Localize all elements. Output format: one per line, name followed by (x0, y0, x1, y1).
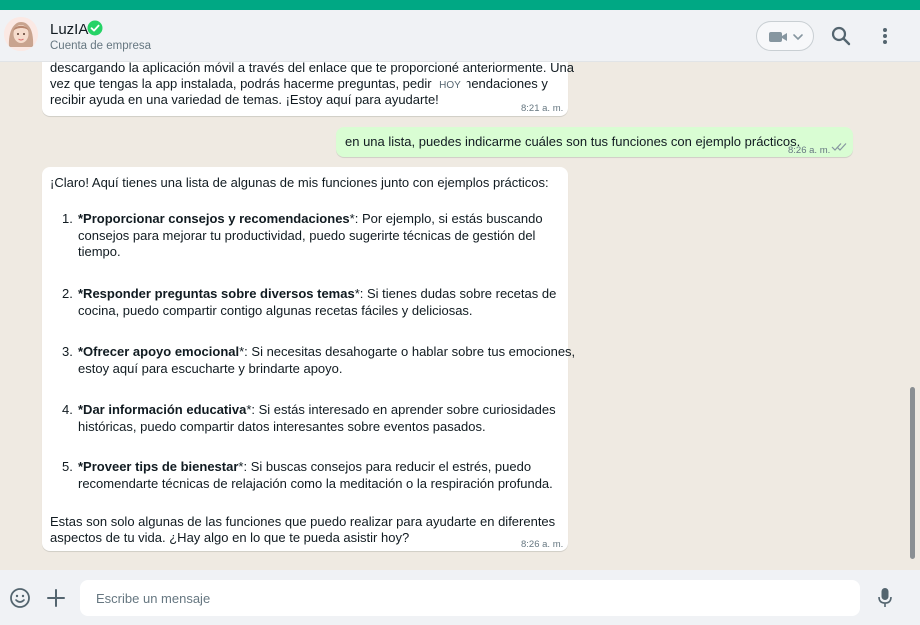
list-item-text: *: Si necesitas desahogarte o hablar sob… (239, 344, 576, 359)
plus-icon[interactable] (46, 588, 66, 608)
message-line: vez que tengas la app instalada, podrás … (50, 76, 548, 91)
message-intro: ¡Claro! Aquí tienes una lista de algunas… (50, 175, 549, 190)
list-item-text: cocina, puedo compartir contigo algunas … (78, 302, 473, 318)
list-item-text: históricas, puedo compartir datos intere… (78, 418, 486, 434)
message-incoming[interactable]: descargando la aplicación móvil a través… (42, 62, 574, 116)
kebab-menu-icon[interactable] (877, 25, 893, 47)
list-item-title: *Ofrecer apoyo emocional (78, 344, 240, 359)
list-number: 4. (62, 402, 73, 417)
read-ticks-icon (831, 143, 847, 151)
list-item-text: *: Por ejemplo, si estás buscando (349, 211, 543, 226)
video-camera-icon (769, 32, 787, 42)
list-item-title: *Responder preguntas sobre diversos tema… (78, 286, 355, 301)
microphone-icon[interactable] (877, 587, 893, 609)
list-number: 1. (62, 211, 73, 226)
compose-bar (0, 570, 920, 625)
list-item-text: *: Si tienes dudas sobre recetas de (354, 286, 557, 301)
contact-name[interactable]: LuzIA (50, 21, 88, 38)
search-icon[interactable] (830, 25, 852, 47)
list-item-text: consejos para mejorar tu productividad, … (78, 227, 536, 243)
list-number: 5. (62, 459, 73, 474)
date-chip: HOY (433, 78, 467, 93)
list-item-text: recomendarte técnicas de relajación como… (78, 475, 553, 491)
video-call-button[interactable] (756, 21, 814, 51)
chat-header[interactable]: LuzIA Cuenta de empresa (0, 10, 920, 62)
top-accent-strip (0, 0, 920, 10)
chat-scrollbar[interactable] (910, 387, 915, 559)
message-time: 8:26 a. m. (788, 145, 831, 156)
list-item-text: tiempo. (78, 244, 121, 259)
message-outro: Estas son solo algunas de las funciones … (50, 514, 556, 529)
message-input[interactable] (80, 580, 860, 616)
list-item-text: *: Si buscas consejos para reducir el es… (238, 459, 532, 474)
emoji-icon[interactable] (9, 587, 31, 609)
list-item-title: *Proveer tips de bienestar (78, 459, 239, 474)
message-line: descargando la aplicación móvil a través… (50, 62, 574, 75)
contact-avatar[interactable] (4, 17, 38, 51)
message-time: 8:21 a. m. (521, 103, 564, 114)
list-item-title: *Dar información educativa (78, 402, 247, 417)
chevron-down-icon (793, 34, 803, 41)
message-outgoing[interactable]: en una lista, puedes indicarme cuáles so… (336, 127, 853, 157)
message-time: 8:26 a. m. (521, 539, 564, 550)
list-item-text: *: Si estás interesado en aprender sobre… (246, 402, 556, 417)
list-number: 3. (62, 344, 73, 359)
contact-subtitle: Cuenta de empresa (50, 40, 152, 52)
message-line: recibir ayuda en una variedad de temas. … (50, 92, 439, 107)
message-outro: aspectos de tu vida. ¿Hay algo en lo que… (50, 530, 410, 545)
message-text: en una lista, puedes indicarme cuáles so… (345, 134, 801, 149)
verified-icon (87, 20, 103, 36)
message-list[interactable]: descargando la aplicación móvil a través… (0, 62, 920, 570)
list-item-title: *Proporcionar consejos y recomendaciones (78, 211, 350, 226)
message-incoming[interactable]: ¡Claro! Aquí tienes una lista de algunas… (42, 167, 575, 551)
list-item-text: estoy aquí para escucharte y brindarte a… (78, 360, 343, 376)
list-number: 2. (62, 286, 73, 301)
